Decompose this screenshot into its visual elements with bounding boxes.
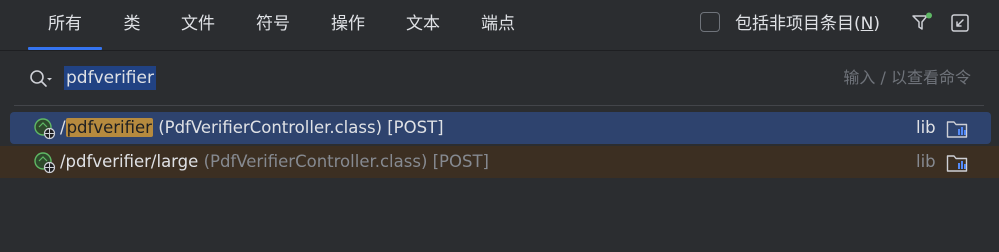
tab-actions[interactable]: 操作 [318, 0, 378, 48]
include-non-project-label[interactable]: 包括非项目条目(N) [735, 0, 880, 48]
result-controller: (PdfVerifierController.class) [POST] [203, 152, 489, 171]
include-non-project-text: 包括非项目条目( [735, 14, 861, 34]
search-input[interactable]: pdfverifier [64, 66, 156, 90]
tab-classes[interactable]: 类 [112, 0, 152, 48]
tab-symbols[interactable]: 符号 [243, 0, 303, 48]
result-path-prefix: / [60, 118, 66, 137]
result-row[interactable]: /pdfverifier/large (PdfVerifierControlle… [0, 146, 999, 178]
library-folder-icon [946, 121, 968, 138]
search-everywhere-tabbar: 所有 类 文件 符号 操作 文本 端点 包括非项目条目(N) [0, 0, 999, 50]
result-library: lib [916, 152, 936, 171]
tab-text[interactable]: 文本 [393, 0, 453, 48]
tab-all[interactable]: 所有 [28, 0, 102, 50]
result-row[interactable]: /pdfverifier (PdfVerifierController.clas… [10, 112, 991, 144]
search-history-icon[interactable] [28, 67, 56, 91]
tab-endpoints[interactable]: 端点 [468, 0, 528, 48]
filter-icon[interactable] [911, 12, 933, 34]
search-hint: 输入 / 以查看命令 [843, 68, 971, 87]
open-in-tool-window-icon[interactable] [950, 13, 970, 33]
tab-files[interactable]: 文件 [168, 0, 228, 48]
endpoint-icon [34, 152, 56, 174]
include-non-project-suffix: ) [873, 14, 880, 34]
result-library: lib [916, 118, 936, 137]
include-non-project-mnemonic: N [860, 14, 874, 34]
result-path-prefix: /pdfverifier/large [60, 152, 199, 171]
library-folder-icon [946, 155, 968, 172]
search-divider [14, 105, 984, 106]
result-path-match: pdfverifier [65, 118, 153, 137]
include-non-project-checkbox[interactable] [700, 12, 720, 32]
result-controller: (PdfVerifierController.class) [POST] [158, 118, 444, 137]
search-field-area: pdfverifier 输入 / 以查看命令 [0, 51, 999, 107]
endpoint-icon [34, 118, 56, 140]
